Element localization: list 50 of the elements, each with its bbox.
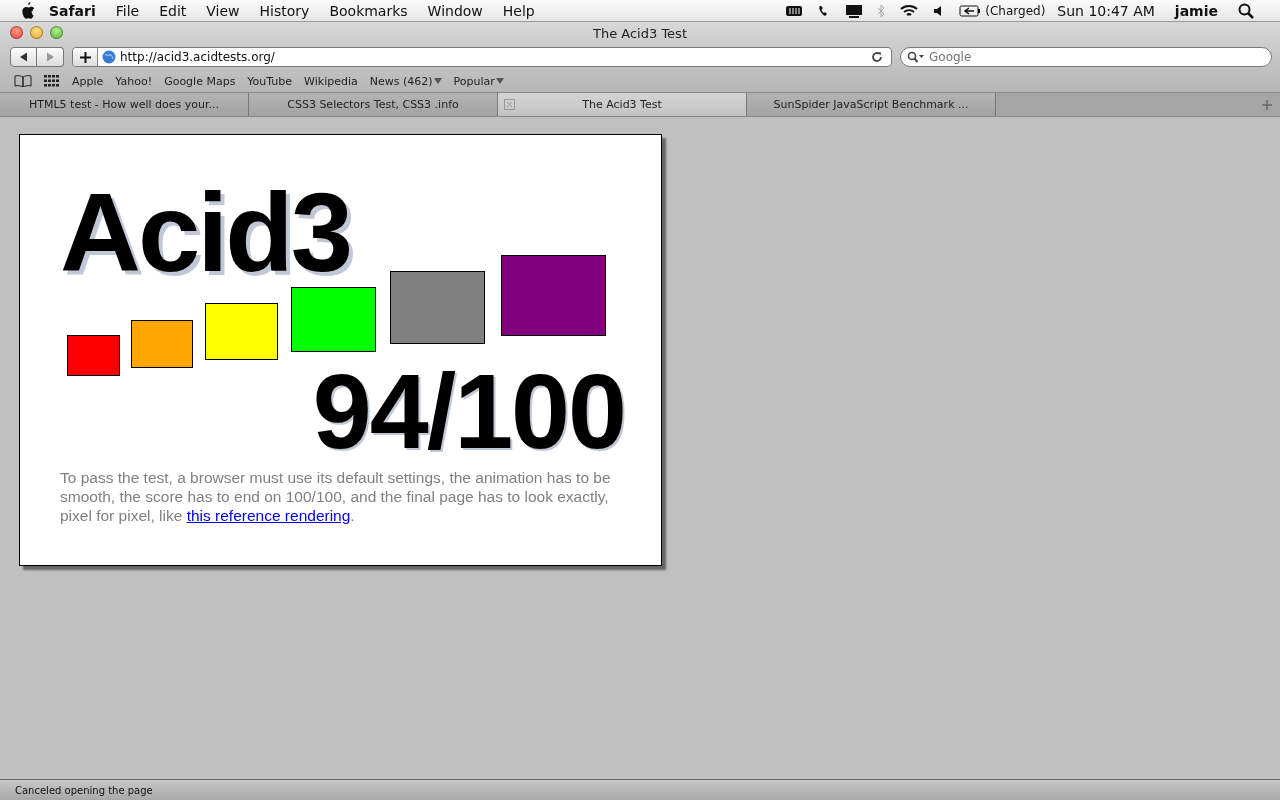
- caret-icon: [433, 78, 442, 84]
- globe-icon: [102, 50, 116, 64]
- menu-item[interactable]: Edit: [159, 2, 187, 19]
- bookmark-link[interactable]: Yahoo!: [115, 74, 153, 88]
- menu-item[interactable]: View: [206, 2, 240, 19]
- battery-meter-icon[interactable]: [785, 4, 804, 17]
- bookmark-link[interactable]: Apple: [72, 74, 104, 88]
- apple-logo-icon[interactable]: [20, 2, 35, 19]
- acid3-heading: Acid3: [60, 177, 350, 289]
- book-icon[interactable]: [14, 75, 32, 87]
- search-field[interactable]: Google: [900, 47, 1272, 67]
- caret-icon: [495, 78, 504, 84]
- menu-clock[interactable]: Sun 10:47 AM: [1057, 2, 1155, 19]
- reload-icon[interactable]: [871, 51, 883, 63]
- browser-tab[interactable]: HTML5 test - How well does your...: [0, 93, 249, 116]
- test-description: To pass the test, a browser must use its default settings, the animation has to be smooth, the score has to end on 100/100, and the final page has to look exactly, pixel for pixel, like this reference rendering.: [60, 468, 612, 525]
- menu-item[interactable]: History: [259, 2, 310, 19]
- bookmark-link[interactable]: Popular: [453, 74, 504, 88]
- browser-tab[interactable]: The Acid3 Test: [498, 93, 747, 116]
- window-title: The Acid3 Test: [593, 25, 687, 41]
- bookmark-link[interactable]: News (462): [369, 74, 442, 88]
- menu-item[interactable]: File: [115, 2, 140, 19]
- address-field[interactable]: http://acid3.acidtests.org/: [72, 47, 892, 67]
- battery-status[interactable]: (Charged): [985, 3, 1046, 18]
- bookmark-link[interactable]: Wikipedia: [304, 74, 358, 88]
- browser-tab[interactable]: SunSpider JavaScript Benchmark ...: [747, 93, 996, 116]
- zoom-button[interactable]: [50, 26, 63, 39]
- bookmark-link[interactable]: Google Maps: [164, 74, 236, 88]
- bookmark-link[interactable]: YouTube: [247, 74, 293, 88]
- search-icon: [907, 51, 925, 63]
- user-name[interactable]: jamie: [1174, 2, 1218, 19]
- back-button[interactable]: [10, 47, 37, 67]
- app-menu[interactable]: Safari: [49, 2, 96, 19]
- status-text: Canceled opening the page: [15, 784, 153, 796]
- test-score: 94/100: [312, 358, 625, 464]
- back-arrow-icon: [19, 52, 28, 62]
- forward-arrow-icon: [45, 52, 55, 62]
- battery-plug-icon[interactable]: [959, 4, 982, 17]
- search-icon[interactable]: [1238, 2, 1254, 19]
- plus-icon: [79, 51, 91, 63]
- grid-icon[interactable]: [44, 75, 60, 87]
- display-icon[interactable]: [845, 3, 864, 18]
- menu-item[interactable]: Bookmarks: [329, 2, 408, 19]
- forward-button[interactable]: [37, 47, 64, 67]
- browser-tab[interactable]: CSS3 Selectors Test, CSS3 .info: [249, 93, 498, 116]
- add-bookmark-button[interactable]: [73, 48, 98, 66]
- close-button[interactable]: [10, 26, 23, 39]
- menu-item[interactable]: Window: [427, 2, 483, 19]
- menu-item[interactable]: Help: [502, 2, 535, 19]
- wifi-icon[interactable]: [899, 3, 920, 18]
